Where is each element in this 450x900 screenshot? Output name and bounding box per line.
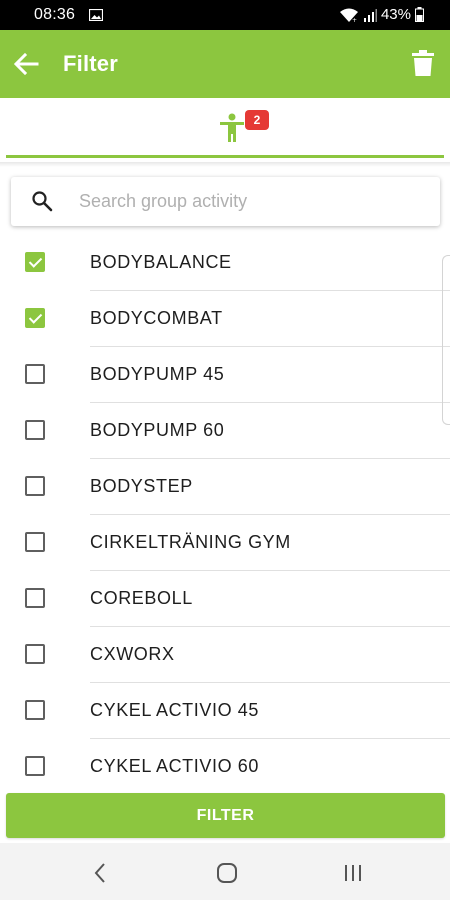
search-bar	[11, 177, 440, 226]
checkbox[interactable]	[25, 308, 45, 328]
search-input[interactable]	[79, 187, 419, 216]
activity-label: CYKEL ACTIVIO 45	[90, 700, 259, 720]
activity-label: BODYPUMP 45	[90, 364, 225, 384]
activity-label: CYKEL ACTIVIO 60	[90, 756, 259, 776]
activity-label: CIRKELTRÄNING GYM	[90, 532, 291, 552]
checkbox[interactable]	[25, 476, 45, 496]
nav-back-icon[interactable]	[92, 862, 108, 884]
activity-label: CXWORX	[90, 644, 175, 664]
activity-list: BODYBALANCE BODYCOMBAT BODYPUMP 45 BODYP…	[0, 235, 450, 787]
tab-group-activities[interactable]: 2	[6, 98, 444, 160]
status-indicators: + 43%	[339, 6, 424, 23]
trash-icon[interactable]	[412, 50, 434, 76]
divider	[0, 162, 450, 167]
list-item[interactable]: BODYPUMP 45	[0, 347, 450, 403]
status-bar: 08:36 + 43%	[0, 0, 450, 30]
checkbox[interactable]	[25, 756, 45, 776]
list-item[interactable]: BODYBALANCE	[0, 235, 450, 291]
checkbox[interactable]	[25, 588, 45, 608]
checkbox[interactable]	[25, 644, 45, 664]
list-item[interactable]: CXWORX	[0, 627, 450, 683]
list-item[interactable]: BODYPUMP 60	[0, 403, 450, 459]
list-item[interactable]: CIRKELTRÄNING GYM	[0, 515, 450, 571]
filter-button[interactable]: FILTER	[6, 793, 445, 838]
checkbox[interactable]	[25, 364, 45, 384]
nav-recent-apps-icon[interactable]	[342, 863, 364, 883]
back-arrow-icon[interactable]	[13, 52, 39, 76]
list-item[interactable]: CYKEL ACTIVIO 60	[0, 739, 450, 787]
person-activity-icon	[220, 113, 244, 142]
checkbox[interactable]	[25, 420, 45, 440]
app-bar: Filter	[0, 30, 450, 98]
svg-text:+: +	[352, 17, 357, 23]
checkbox[interactable]	[25, 532, 45, 552]
signal-icon	[363, 8, 377, 22]
status-time: 08:36	[34, 6, 76, 23]
list-item[interactable]: COREBOLL	[0, 571, 450, 627]
filter-count-badge: 2	[245, 110, 269, 130]
image-notification-icon	[89, 9, 103, 21]
activity-label: BODYSTEP	[90, 476, 193, 496]
checkbox[interactable]	[25, 700, 45, 720]
battery-percent: 43%	[380, 6, 411, 23]
navigation-bar	[0, 843, 450, 900]
activity-label: BODYCOMBAT	[90, 308, 223, 328]
scrollbar[interactable]	[442, 255, 450, 425]
list-item[interactable]: BODYCOMBAT	[0, 291, 450, 347]
search-icon	[32, 191, 53, 212]
tab-indicator	[6, 155, 444, 158]
checkbox[interactable]	[25, 252, 45, 272]
wifi-icon: +	[339, 8, 358, 23]
list-item[interactable]: BODYSTEP	[0, 459, 450, 515]
activity-label: BODYPUMP 60	[90, 420, 225, 440]
activity-label: COREBOLL	[90, 588, 193, 608]
nav-home-icon[interactable]	[216, 862, 238, 884]
list-item[interactable]: CYKEL ACTIVIO 45	[0, 683, 450, 739]
page-title: Filter	[63, 51, 118, 76]
tab-bar: 2	[0, 98, 450, 162]
battery-icon	[415, 7, 424, 22]
activity-label: BODYBALANCE	[90, 252, 232, 272]
